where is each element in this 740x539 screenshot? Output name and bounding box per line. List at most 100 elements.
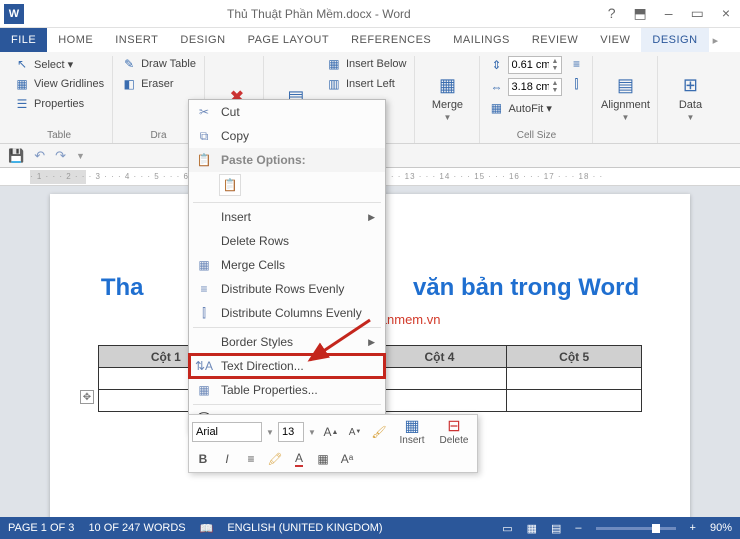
row-height-field[interactable]: ⇕▲▼	[488, 56, 562, 74]
distribute-cols-btn[interactable]: ⫿	[568, 76, 584, 92]
view-gridlines-button[interactable]: ▦View Gridlines	[14, 76, 104, 92]
mini-insert-button[interactable]: ▦Insert	[392, 418, 432, 446]
insert-left-label: Insert Left	[346, 78, 395, 90]
tab-review[interactable]: REVIEW	[521, 28, 589, 52]
ribbon-group-cell-size: ⇕▲▼ ⇔▲▼ ▦AutoFit ▾ ≡ ⫿ Cell Size	[480, 56, 593, 143]
status-page[interactable]: PAGE 1 OF 3	[8, 522, 74, 534]
chevron-down-icon[interactable]: ▼	[264, 422, 276, 442]
view-web-layout-icon[interactable]: ▤	[551, 522, 561, 535]
insert-left-button[interactable]: ▥Insert Left	[326, 76, 407, 92]
autofit-button[interactable]: ▦AutoFit ▾	[488, 100, 562, 116]
table-header-cell[interactable]: Cột 4	[372, 346, 507, 368]
format-painter-icon[interactable]: 🖌	[368, 422, 390, 442]
alignment-icon: ▤	[613, 73, 637, 97]
row-height-input[interactable]	[509, 59, 551, 71]
italic-icon[interactable]: I	[216, 449, 238, 469]
customize-qat-icon[interactable]: ▼	[76, 151, 85, 161]
distribute-rows-btn[interactable]: ≡	[568, 56, 584, 72]
tab-view[interactable]: VIEW	[589, 28, 641, 52]
menu-merge-cells-label: Merge Cells	[221, 258, 285, 272]
dist-cols-icon: ⫿	[195, 306, 213, 321]
eraser-button[interactable]: ◧Eraser	[121, 76, 196, 92]
font-family-select[interactable]	[192, 422, 262, 442]
grow-font-icon[interactable]: A▲	[320, 422, 342, 442]
tab-design[interactable]: DESIGN	[169, 28, 236, 52]
table-header-cell[interactable]: Cột 5	[507, 346, 642, 368]
dist-rows-icon: ≡	[195, 282, 213, 296]
chevron-down-icon: ▼	[444, 113, 452, 122]
chevron-down-icon[interactable]: ▼	[306, 422, 318, 442]
menu-table-properties[interactable]: ▦Table Properties...	[189, 378, 385, 402]
tab-references[interactable]: REFERENCES	[340, 28, 442, 52]
status-word-count[interactable]: 10 OF 247 WORDS	[88, 522, 185, 534]
ribbon-display-options-icon[interactable]: ⬒	[634, 5, 647, 22]
col-width-input[interactable]	[509, 81, 551, 93]
dist-rows-icon: ≡	[568, 56, 584, 72]
insert-below-button[interactable]: ▦Insert Below	[326, 56, 407, 72]
menu-border-styles[interactable]: Border Styles▶	[189, 330, 385, 354]
word-app-icon: W	[4, 4, 24, 24]
tab-home[interactable]: HOME	[47, 28, 104, 52]
save-icon[interactable]: 💾	[8, 148, 24, 164]
chevron-down-icon: ▼	[687, 113, 695, 122]
separator	[193, 202, 381, 203]
zoom-thumb[interactable]	[652, 524, 660, 533]
ribbon-group-merge: ▦Merge▼	[415, 56, 480, 143]
tab-file[interactable]: FILE	[0, 28, 47, 52]
merge-button[interactable]: ▦Merge▼	[423, 56, 471, 139]
paste-option-keep-source-icon[interactable]: 📋	[219, 174, 241, 196]
properties-button[interactable]: ☰Properties	[14, 96, 104, 112]
zoom-out-icon[interactable]: –	[575, 522, 581, 534]
doc-title-right: văn bản trong Word	[413, 274, 639, 301]
tab-table-design[interactable]: DESIGN	[641, 28, 708, 52]
merge-cells-icon: ▦	[195, 258, 213, 272]
view-read-mode-icon[interactable]: ▭	[502, 522, 512, 535]
shrink-font-icon[interactable]: A▼	[344, 422, 366, 442]
menu-copy[interactable]: ⧉Copy	[189, 124, 385, 148]
tab-insert[interactable]: INSERT	[104, 28, 169, 52]
status-proofing-icon[interactable]: 📖	[200, 522, 214, 535]
bold-icon[interactable]: B	[192, 449, 214, 469]
styles-icon[interactable]: Aᵃ	[336, 449, 358, 469]
mini-toolbar: ▼ ▼ A▲ A▼ 🖌 ▦Insert ⊟Delete B I ≡ 🖍 A ▦ …	[188, 414, 478, 473]
menu-delete-rows[interactable]: Delete Rows	[189, 229, 385, 253]
maximize-icon[interactable]: ▭	[691, 5, 704, 22]
mini-delete-button[interactable]: ⊟Delete	[434, 418, 474, 446]
select-button[interactable]: ↖Select ▾	[14, 56, 104, 72]
menu-insert[interactable]: Insert▶	[189, 205, 385, 229]
separator	[193, 404, 381, 405]
menu-cut[interactable]: ✂Cut	[189, 100, 385, 124]
font-size-select[interactable]	[278, 422, 304, 442]
tab-mailings[interactable]: MAILINGS	[442, 28, 521, 52]
tab-page-layout[interactable]: PAGE LAYOUT	[237, 28, 341, 52]
height-icon: ⇕	[488, 57, 504, 73]
table-move-handle-icon[interactable]: ✥	[80, 390, 94, 404]
menu-text-direction[interactable]: ⇅AText Direction...	[189, 354, 385, 378]
highlight-icon[interactable]: 🖍	[264, 449, 286, 469]
zoom-in-icon[interactable]: +	[690, 522, 696, 534]
align-icon[interactable]: ≡	[240, 449, 262, 469]
menu-distribute-rows[interactable]: ≡Distribute Rows Evenly	[189, 277, 385, 301]
menu-distribute-cols[interactable]: ⫿Distribute Columns Evenly	[189, 301, 385, 325]
menu-merge-cells[interactable]: ▦ Merge Cells	[189, 253, 385, 277]
draw-table-button[interactable]: ✎Draw Table	[121, 56, 196, 72]
alignment-button[interactable]: ▤Alignment▼	[601, 56, 649, 139]
paste-options-row: 📋	[189, 172, 385, 200]
tab-overflow-icon[interactable]: ▸	[709, 28, 723, 52]
font-color-icon[interactable]: A	[288, 449, 310, 469]
zoom-slider[interactable]	[596, 527, 676, 530]
close-icon[interactable]: ×	[722, 5, 730, 22]
col-width-field[interactable]: ⇔▲▼	[488, 78, 562, 96]
zoom-level[interactable]: 90%	[710, 522, 732, 534]
menu-text-direction-label: Text Direction...	[221, 359, 304, 373]
help-icon[interactable]: ?	[608, 5, 616, 22]
ribbon-group-table: ↖Select ▾ ▦View Gridlines ☰Properties Ta…	[6, 56, 113, 143]
undo-icon[interactable]: ↶	[34, 148, 45, 164]
borders-icon[interactable]: ▦	[312, 449, 334, 469]
data-button[interactable]: ⊞Data▼	[666, 56, 714, 139]
view-print-layout-icon[interactable]: ▦	[527, 522, 537, 535]
submenu-arrow-icon: ▶	[368, 212, 375, 223]
minimize-icon[interactable]: –	[665, 5, 673, 22]
redo-icon[interactable]: ↷	[55, 148, 66, 164]
status-language[interactable]: ENGLISH (UNITED KINGDOM)	[227, 522, 382, 534]
